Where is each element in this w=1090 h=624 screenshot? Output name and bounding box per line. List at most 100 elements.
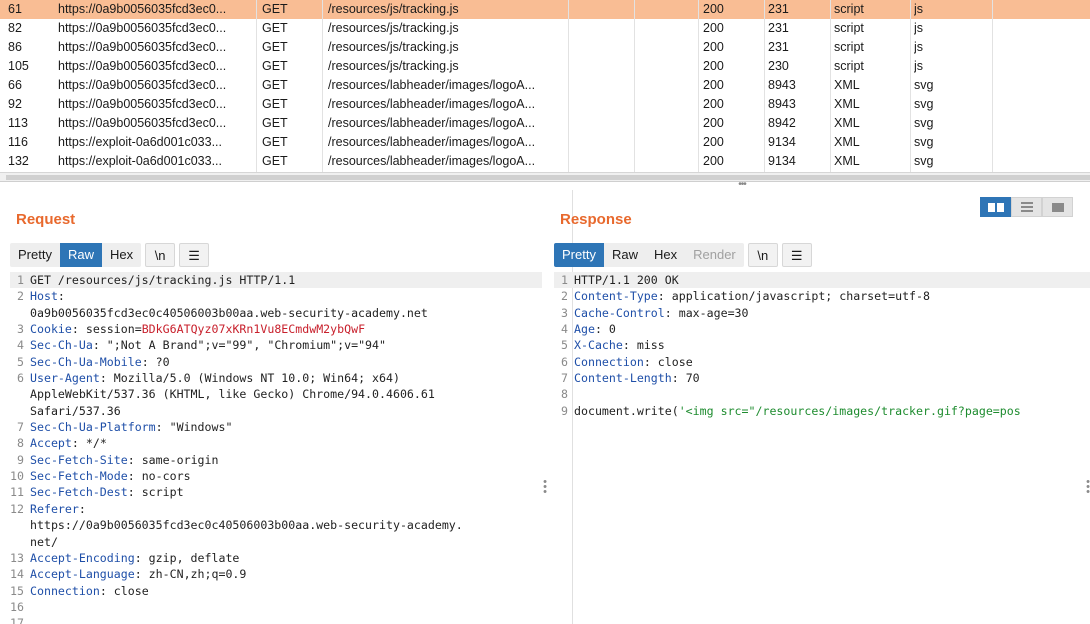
row-extension: svg [914,78,934,92]
line-number: 6 [17,371,24,386]
header-value: zh-CN,zh;q=0.9 [148,567,247,582]
line-content: Referer: https://0a9b0056035fcd3ec0c4050… [30,501,542,550]
header-name: Sec-Fetch-Mode [30,469,128,484]
response-more-icon[interactable]: • • • [1085,477,1090,498]
request-line: 7 Sec-Ch-Ua-Platform: "Windows" [10,419,542,435]
request-line: 9 Sec-Fetch-Site: same-origin [10,452,542,468]
request-line: 10 Sec-Fetch-Mode: no-cors [10,468,542,484]
row-edited [634,57,698,76]
header-colon: : [141,354,156,369]
single-pane-layout-button[interactable] [1042,197,1073,217]
response-tab-hex[interactable]: Hex [645,243,686,267]
line-text: GET /resources/js/tracking.js HTTP/1.1 [30,273,296,287]
row-length: 230 [768,59,789,73]
response-tab-render[interactable]: Render [685,243,744,267]
row-edited [634,114,698,133]
proxy-history-table[interactable]: 61 https://0a9b0056035fcd3ec0... GET/resou… [0,0,1090,172]
row-extension: js [914,59,924,73]
request-tab-pretty[interactable]: Pretty [10,243,60,267]
row-status: 200 [703,135,724,149]
response-tab-raw[interactable]: Raw [603,243,646,267]
row-status: 200 [703,59,724,73]
header-value: "Windows" [169,420,233,435]
row-mime-type: script [834,40,864,54]
request-line: 11 Sec-Fetch-Dest: script [10,484,542,500]
table-row[interactable]: 61 https://0a9b0056035fcd3ec0... GET/resou… [0,0,1090,19]
row-mime-type: XML [834,154,860,168]
header-value: session= [85,322,142,337]
header-colon: : [57,289,72,304]
table-row[interactable]: 113 https://0a9b0056035fcd3ec0... GET/reso… [0,114,1090,133]
row-edited [634,133,698,152]
pane-split-handle-icon[interactable]: ••• [734,180,750,190]
table-row[interactable]: 105 https://0a9b0056035fcd3ec0... GET/reso… [0,57,1090,76]
row-host: https://exploit-0a6d001c033... [58,154,223,168]
response-line: 8 [554,386,1090,402]
table-row[interactable]: 86 https://0a9b0056035fcd3ec0... GET/resou… [0,38,1090,57]
response-tab-pretty[interactable]: Pretty [554,243,604,267]
row-method: GET [262,40,288,54]
request-tab-hex[interactable]: Hex [101,243,142,267]
row-method: GET [262,154,288,168]
table-row[interactable]: 92 https://0a9b0056035fcd3ec0... GET/resou… [0,95,1090,114]
header-value: ";Not A Brand";v="99", "Chromium";v="94" [106,338,386,353]
table-row[interactable]: 116 https://exploit-0a6d001c033... GET/res… [0,133,1090,152]
line-content: Connection: close [574,354,1090,370]
column-divider [256,0,257,172]
header-name: Host [30,289,58,304]
row-number: 113 [8,116,28,130]
line-number: 14 [10,567,24,582]
response-newline-toggle[interactable]: \n [747,243,778,267]
table-row[interactable]: 66 https://0a9b0056035fcd3ec0... GET/resou… [0,76,1090,95]
row-number: 82 [8,21,22,35]
row-method: GET [262,2,288,16]
row-extension: svg [914,116,934,130]
request-line: 5 Sec-Ch-Ua-Mobile: ?0 [10,354,542,370]
row-mime-type: script [834,2,864,16]
row-extension: js [914,2,924,16]
request-format-tabs: Pretty Raw Hex [10,243,142,267]
column-divider [830,0,831,172]
header-colon: : [643,354,658,369]
row-params [568,57,633,76]
scrollbar-thumb[interactable] [6,175,1090,180]
request-pane-title: Request [16,211,76,228]
request-editor[interactable]: 1 GET /resources/js/tracking.js HTTP/1.1 2… [10,272,542,624]
request-hamburger-icon[interactable]: ☰ [179,243,210,267]
row-mime-type: XML [834,78,860,92]
header-colon: : [92,338,107,353]
request-line: 3 Cookie: session=BDkG6ATQyz07xKRn1Vu8ECm… [10,321,542,337]
response-editor[interactable]: 1 HTTP/1.1 200 OK 2 Content-Type: applicati… [554,272,1090,624]
line-number: 13 [10,550,24,565]
response-hamburger-icon[interactable]: ☰ [781,243,812,267]
line-number: 12 [10,501,24,516]
stacked-layout-button[interactable] [1011,197,1042,217]
header-value: 70 [685,371,700,386]
line-content: Cache-Control: max-age=30 [574,305,1090,321]
row-number: 105 [8,59,29,73]
line-number: 7 [17,420,24,435]
response-pane-title: Response [560,211,632,228]
side-by-side-layout-button[interactable] [980,197,1011,217]
line-number: 9 [17,452,24,467]
request-more-icon[interactable]: • • • [542,477,548,498]
header-name: Referer [30,501,79,516]
row-status: 200 [703,116,724,130]
header-name: Sec-Fetch-Site [30,452,128,467]
header-colon: : [155,420,170,435]
request-tab-raw[interactable]: Raw [59,243,102,267]
table-row[interactable]: 82 https://0a9b0056035fcd3ec0... GET/resou… [0,19,1090,38]
row-params [568,152,633,171]
request-newline-toggle[interactable]: \n [145,243,176,267]
header-name: Connection [30,583,100,598]
cookie-value: BDkG6ATQyz07xKRn1Vu8ECmdwM2ybQwF [141,322,366,337]
side-by-side-icon [987,202,1004,212]
stacked-icon [1020,202,1033,212]
row-status: 200 [703,154,724,168]
line-number: 1 [561,273,568,287]
line-number: 2 [17,289,24,304]
column-divider [764,0,765,172]
table-row[interactable]: 132 https://exploit-0a6d001c033... GET/res… [0,152,1090,171]
table-horizontal-scrollbar[interactable] [0,172,1090,182]
row-method: GET [262,135,288,149]
